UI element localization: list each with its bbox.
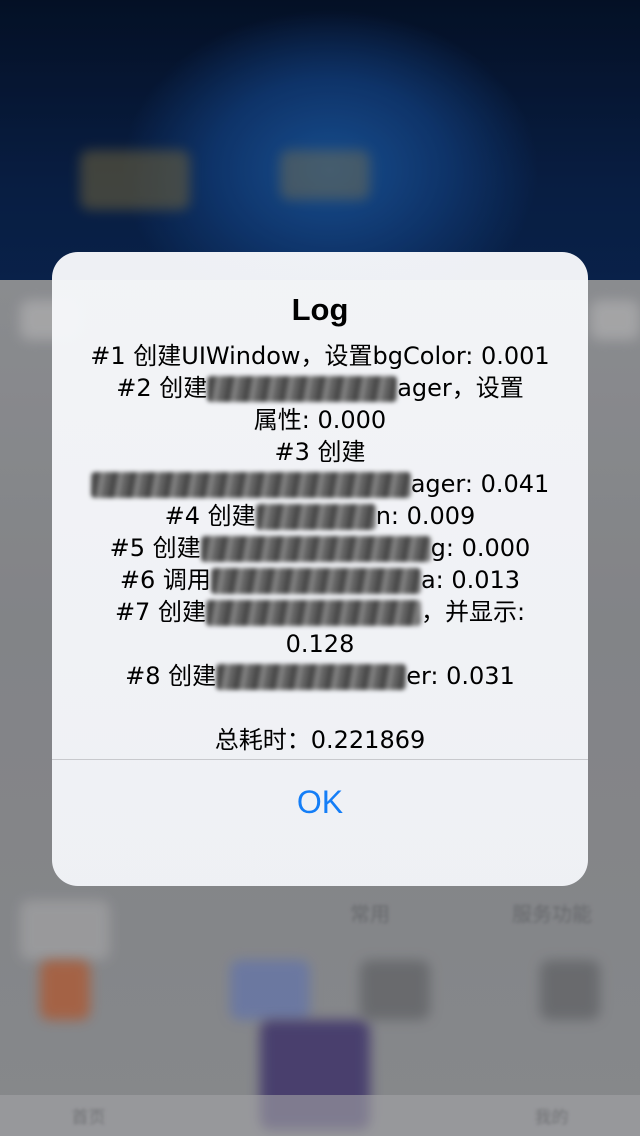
redacted-text <box>205 600 421 626</box>
log-line-2-cont: 属性: 0.000 <box>253 406 387 434</box>
log-line-1: #1 创建UIWindow，设置bgColor: 0.001 <box>90 342 550 370</box>
alert-title: Log <box>291 292 349 327</box>
screen: 常用 服务功能 首页 我的 Log #1 创建UIWindow，设置bgColo… <box>0 0 640 1136</box>
total-time: 总耗时：0.221869 <box>214 726 426 754</box>
log-line-3-cont: ager: 0.041 <box>80 468 560 500</box>
redacted-text <box>216 664 407 690</box>
log-line-8: #8 创建 er: 0.031 <box>125 662 515 690</box>
log-line-7: #7 创建 ，并显示: <box>114 598 526 626</box>
log-line-6: #6 调用 a: 0.013 <box>119 566 521 594</box>
log-line-5: #5 创建 g: 0.000 <box>109 534 531 562</box>
log-line-3: #3 创建 <box>274 438 366 466</box>
redacted-text <box>200 536 431 562</box>
redacted-text <box>255 504 376 530</box>
log-line-2: #2 创建 ager，设置 <box>116 374 524 402</box>
log-line-7-cont: 0.128 <box>285 630 355 658</box>
ok-button[interactable]: OK <box>52 760 588 886</box>
redacted-text <box>210 568 421 594</box>
redacted-text <box>207 376 398 402</box>
redacted-text <box>90 472 411 498</box>
log-line-4: #4 创建 n: 0.009 <box>164 502 476 530</box>
log-alert: Log #1 创建UIWindow，设置bgColor: 0.001 #2 创建… <box>52 252 588 886</box>
alert-content: Log #1 创建UIWindow，设置bgColor: 0.001 #2 创建… <box>52 252 588 759</box>
